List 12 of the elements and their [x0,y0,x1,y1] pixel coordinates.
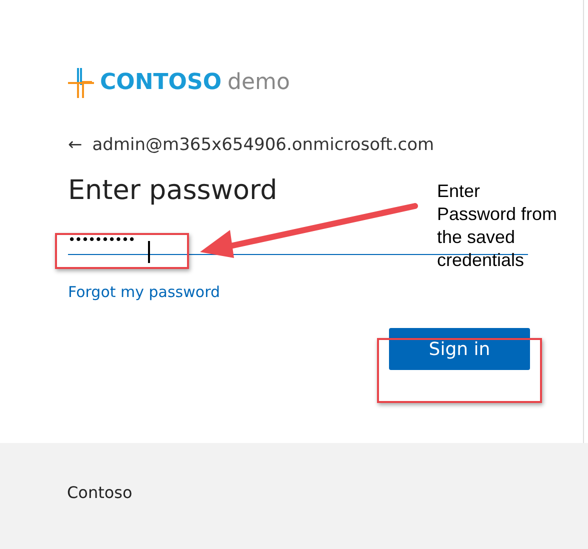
brand-name: CONTOSO [100,69,222,97]
back-arrow-icon[interactable]: ← [68,133,82,158]
annotation-text: Enter Password from the saved credentials [437,180,558,272]
brand-suffix: demo [228,69,290,97]
forgot-password-link[interactable]: Forgot my password [68,281,220,304]
footer-text: Contoso [67,483,132,502]
text-cursor [148,241,150,263]
password-field[interactable]: •••••••••• [68,226,146,254]
logo-icon [68,68,94,98]
page-heading: Enter password [68,174,278,207]
account-email: admin@m365x654906.onmicrosoft.com [92,134,434,157]
sign-in-button[interactable]: Sign in [389,328,530,370]
